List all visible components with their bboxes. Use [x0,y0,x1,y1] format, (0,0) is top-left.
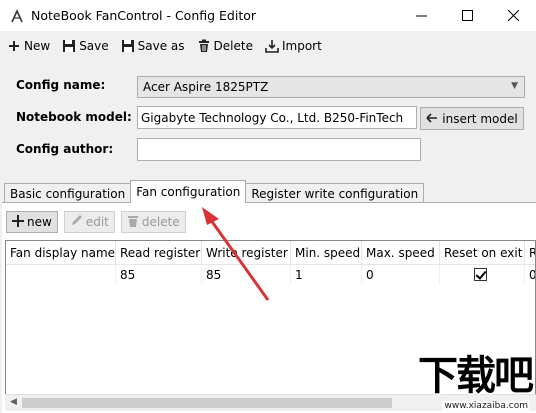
window-title: NoteBook FanControl - Config Editor [31,8,257,23]
cell-fan-display-name [6,265,116,284]
close-icon [507,10,519,21]
file-new-icon [7,39,21,53]
watermark: 下载吧 www.xiazaiba.com [397,352,536,411]
column-header-min-speed[interactable]: Min. speed [291,241,362,265]
column-header-write-register[interactable]: Write register [202,241,291,265]
column-header-read-register[interactable]: Read register [116,241,202,265]
config-author-input[interactable] [137,138,421,161]
tab-basic-configuration-label: Basic configuration [10,186,126,201]
cell-min-speed: 1 [291,265,362,284]
new-label: New [24,38,51,53]
close-button[interactable] [490,0,536,31]
fan-delete-button[interactable]: delete [120,211,186,233]
save-as-icon [121,39,135,53]
import-icon [265,39,279,53]
tab-strip: Basic configuration Fan configuration Re… [4,180,425,203]
config-name-label: Config name: [16,78,106,92]
config-name-value: Acer Aspire 1825PTZ [143,80,269,94]
config-name-row: Config name: [16,78,137,92]
minimize-icon [415,15,427,17]
tab-register-write-configuration-label: Register write configuration [251,186,419,201]
chevron-down-icon: ▼ [511,81,518,91]
reset-on-exit-checkbox[interactable] [474,268,487,281]
cell-reset-on-exit [440,265,525,284]
tab-register-write-configuration[interactable]: Register write configuration [245,183,425,203]
column-header-reset-on-exit[interactable]: Reset on exit [440,241,525,265]
arrow-left-icon [426,112,438,126]
save-as-label: Save as [137,38,185,53]
delete-button[interactable]: Delete [195,35,255,57]
fan-edit-label: edit [85,215,109,229]
save-label: Save [79,38,109,53]
table-row[interactable]: 85 85 1 0 0 [6,265,535,284]
save-as-button[interactable]: Save as [119,35,187,57]
app-icon [9,8,25,24]
plus-icon [12,214,24,230]
panel-toolbar: new edit delete [6,211,192,233]
grid-header: Fan display name Read register Write reg… [6,241,535,265]
notebook-model-value: Gigabyte Technology Co., Ltd. B250-FinTe… [141,110,404,125]
insert-model-label: insert model [442,111,518,126]
trash-icon [197,39,211,53]
pencil-icon [70,214,83,230]
config-author-row: Config author: [16,142,137,156]
cell-read-register: 85 [116,265,202,284]
notebook-model-input[interactable]: Gigabyte Technology Co., Ltd. B250-FinTe… [137,106,417,129]
trash-icon [127,214,139,230]
tab-fan-configuration[interactable]: Fan configuration [130,180,247,203]
title-bar: NoteBook FanControl - Config Editor [0,0,536,31]
config-author-label: Config author: [16,142,114,156]
fan-new-label: new [27,215,52,229]
save-icon [62,39,76,53]
cell-r: 0 [525,265,535,284]
watermark-url: www.xiazaiba.com [442,401,530,411]
cell-max-speed: 0 [362,265,440,284]
insert-model-button[interactable]: insert model [420,107,524,130]
column-header-r[interactable]: R [525,241,535,265]
config-name-combobox[interactable]: Acer Aspire 1825PTZ ▼ [137,76,525,98]
fan-edit-button[interactable]: edit [63,211,115,233]
import-button[interactable]: Import [263,35,324,57]
fan-new-button[interactable]: new [6,211,58,233]
scrollbar-thumb[interactable] [22,398,392,408]
maximize-button[interactable] [444,0,490,31]
main-toolbar: New Save Save as Delete Import [0,31,536,60]
maximize-icon [461,10,473,21]
tab-fan-configuration-label: Fan configuration [136,185,241,199]
watermark-logo: 下载吧 [417,352,536,401]
save-button[interactable]: Save [60,35,110,57]
cell-write-register: 85 [202,265,291,284]
column-header-fan-display-name[interactable]: Fan display name [6,241,116,265]
import-label: Import [281,38,322,53]
notebook-model-label: Notebook model: [16,110,132,124]
new-button[interactable]: New [5,35,52,57]
notebook-model-row: Notebook model: [16,110,137,124]
delete-label: Delete [213,38,253,53]
tab-basic-configuration[interactable]: Basic configuration [4,183,132,203]
column-header-max-speed[interactable]: Max. speed [362,241,440,265]
fan-delete-label: delete [141,215,180,229]
scroll-left-icon[interactable]: ◀ [10,397,17,407]
minimize-button[interactable] [398,0,444,31]
